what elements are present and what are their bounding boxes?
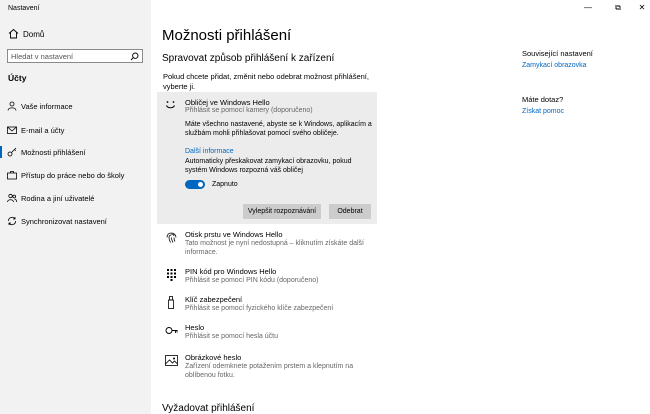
face-icon <box>164 98 177 111</box>
option-subtitle: Přihlásit se pomocí PIN kódu (doporučeno… <box>185 277 319 284</box>
section-title: Účty <box>8 73 27 83</box>
hello-face-description: Máte všechno nastavené, abyste se k Wind… <box>185 121 372 137</box>
minimize-button[interactable]: — <box>580 2 596 14</box>
option-subtitle: Přihlásit se pomocí hesla účtu <box>185 333 278 340</box>
get-help-link[interactable]: Získat pomoc <box>522 108 564 115</box>
hello-face-subtitle: Přihlásit se pomocí kamery (doporučeno) <box>185 107 313 114</box>
option-subtitle: Zařízení odemknete potažením prstem a kl… <box>185 363 354 379</box>
sidebar: Nastavení Domů Účty Vaše informace E-mai… <box>0 0 151 414</box>
sidebar-item-label: Synchronizovat nastavení <box>21 217 107 226</box>
usb-key-icon <box>165 296 178 309</box>
option-title: PIN kód pro Windows Hello <box>185 267 277 276</box>
home-icon <box>8 28 19 39</box>
active-indicator <box>0 146 2 158</box>
sidebar-item-sync[interactable]: Synchronizovat nastavení <box>0 212 151 230</box>
sidebar-item-work-school[interactable]: Přístup do práce nebo do školy <box>0 166 151 184</box>
sidebar-item-email[interactable]: E-mail a účty <box>0 121 151 139</box>
people-icon <box>7 193 17 203</box>
sidebar-item-label: Rodina a jiní uživatelé <box>21 194 95 203</box>
require-sign-in-title: Vyžadovat přihlášení <box>162 403 255 414</box>
search-icon[interactable] <box>130 52 139 61</box>
option-title: Obrázkové heslo <box>185 353 242 362</box>
maximize-button[interactable]: ⧉ <box>610 2 626 14</box>
window-title: Nastavení <box>8 5 40 12</box>
option-subtitle: Přihlásit se pomocí fyzického klíče zabe… <box>185 305 334 312</box>
option-fingerprint[interactable]: Otisk prstu ve Windows Hello Tato možnos… <box>162 230 382 258</box>
question-title: Máte dotaz? <box>522 95 564 104</box>
briefcase-icon <box>7 170 17 180</box>
auto-dismiss-text: Automaticky přeskakovat zamykací obrazov… <box>185 158 352 174</box>
option-pin[interactable]: PIN kód pro Windows Hello Přihlásit se p… <box>162 267 382 289</box>
nav-home-label: Domů <box>23 30 45 39</box>
search-input[interactable] <box>11 51 121 61</box>
toggle-knob <box>198 182 203 187</box>
lock-screen-link[interactable]: Zamykací obrazovka <box>522 62 587 69</box>
fingerprint-icon <box>165 231 178 244</box>
sidebar-item-sign-in-options[interactable]: Možnosti přihlášení <box>0 143 151 161</box>
person-card-icon <box>7 101 17 111</box>
option-title: Otisk prstu ve Windows Hello <box>185 230 283 239</box>
option-title: Heslo <box>185 323 205 332</box>
improve-recognition-button[interactable]: Vylepšit rozpoznávání <box>243 204 321 219</box>
option-title: Klíč zabezpečení <box>185 295 243 304</box>
close-button[interactable]: ✕ <box>634 2 650 14</box>
sidebar-item-your-info[interactable]: Vaše informace <box>0 97 151 115</box>
sidebar-item-label: E-mail a účty <box>21 126 65 135</box>
intro-text: Pokud chcete přidat, změnit nebo odebrat… <box>163 72 369 91</box>
sidebar-item-family[interactable]: Rodina a jiní uživatelé <box>0 189 151 207</box>
option-password[interactable]: Heslo Přihlásit se pomocí hesla účtu <box>162 323 382 345</box>
sidebar-item-label: Přístup do práce nebo do školy <box>21 171 125 180</box>
sidebar-item-label: Možnosti přihlášení <box>21 148 86 157</box>
option-security-key[interactable]: Klíč zabezpečení Přihlásit se pomocí fyz… <box>162 295 382 317</box>
nav-home[interactable]: Domů <box>0 26 151 42</box>
option-subtitle: Tato možnost je nyní nedostupná – kliknu… <box>185 240 364 256</box>
key-icon <box>7 147 17 157</box>
hello-face-card[interactable]: Obličej ve Windows Hello Přihlásit se po… <box>157 92 377 224</box>
sidebar-item-label: Vaše informace <box>21 102 73 111</box>
page-title: Možnosti přihlášení <box>162 27 292 44</box>
toggle-label: Zapnuto <box>212 181 238 188</box>
section-subtitle: Spravovat způsob přihlášení k zařízení <box>162 53 335 64</box>
more-info-link[interactable]: Další informace <box>185 148 234 155</box>
remove-button[interactable]: Odebrat <box>329 204 371 219</box>
search-box[interactable] <box>7 49 143 63</box>
related-settings-title: Související nastavení <box>522 49 593 58</box>
auto-dismiss-toggle[interactable] <box>185 180 205 189</box>
picture-icon <box>165 354 178 367</box>
pin-keypad-icon <box>165 268 178 281</box>
sync-icon <box>7 216 17 226</box>
password-key-icon <box>165 324 178 337</box>
option-picture-password[interactable]: Obrázkové heslo Zařízení odemknete potaž… <box>162 353 382 383</box>
mail-icon <box>7 125 17 135</box>
hello-face-title: Obličej ve Windows Hello <box>185 98 270 107</box>
